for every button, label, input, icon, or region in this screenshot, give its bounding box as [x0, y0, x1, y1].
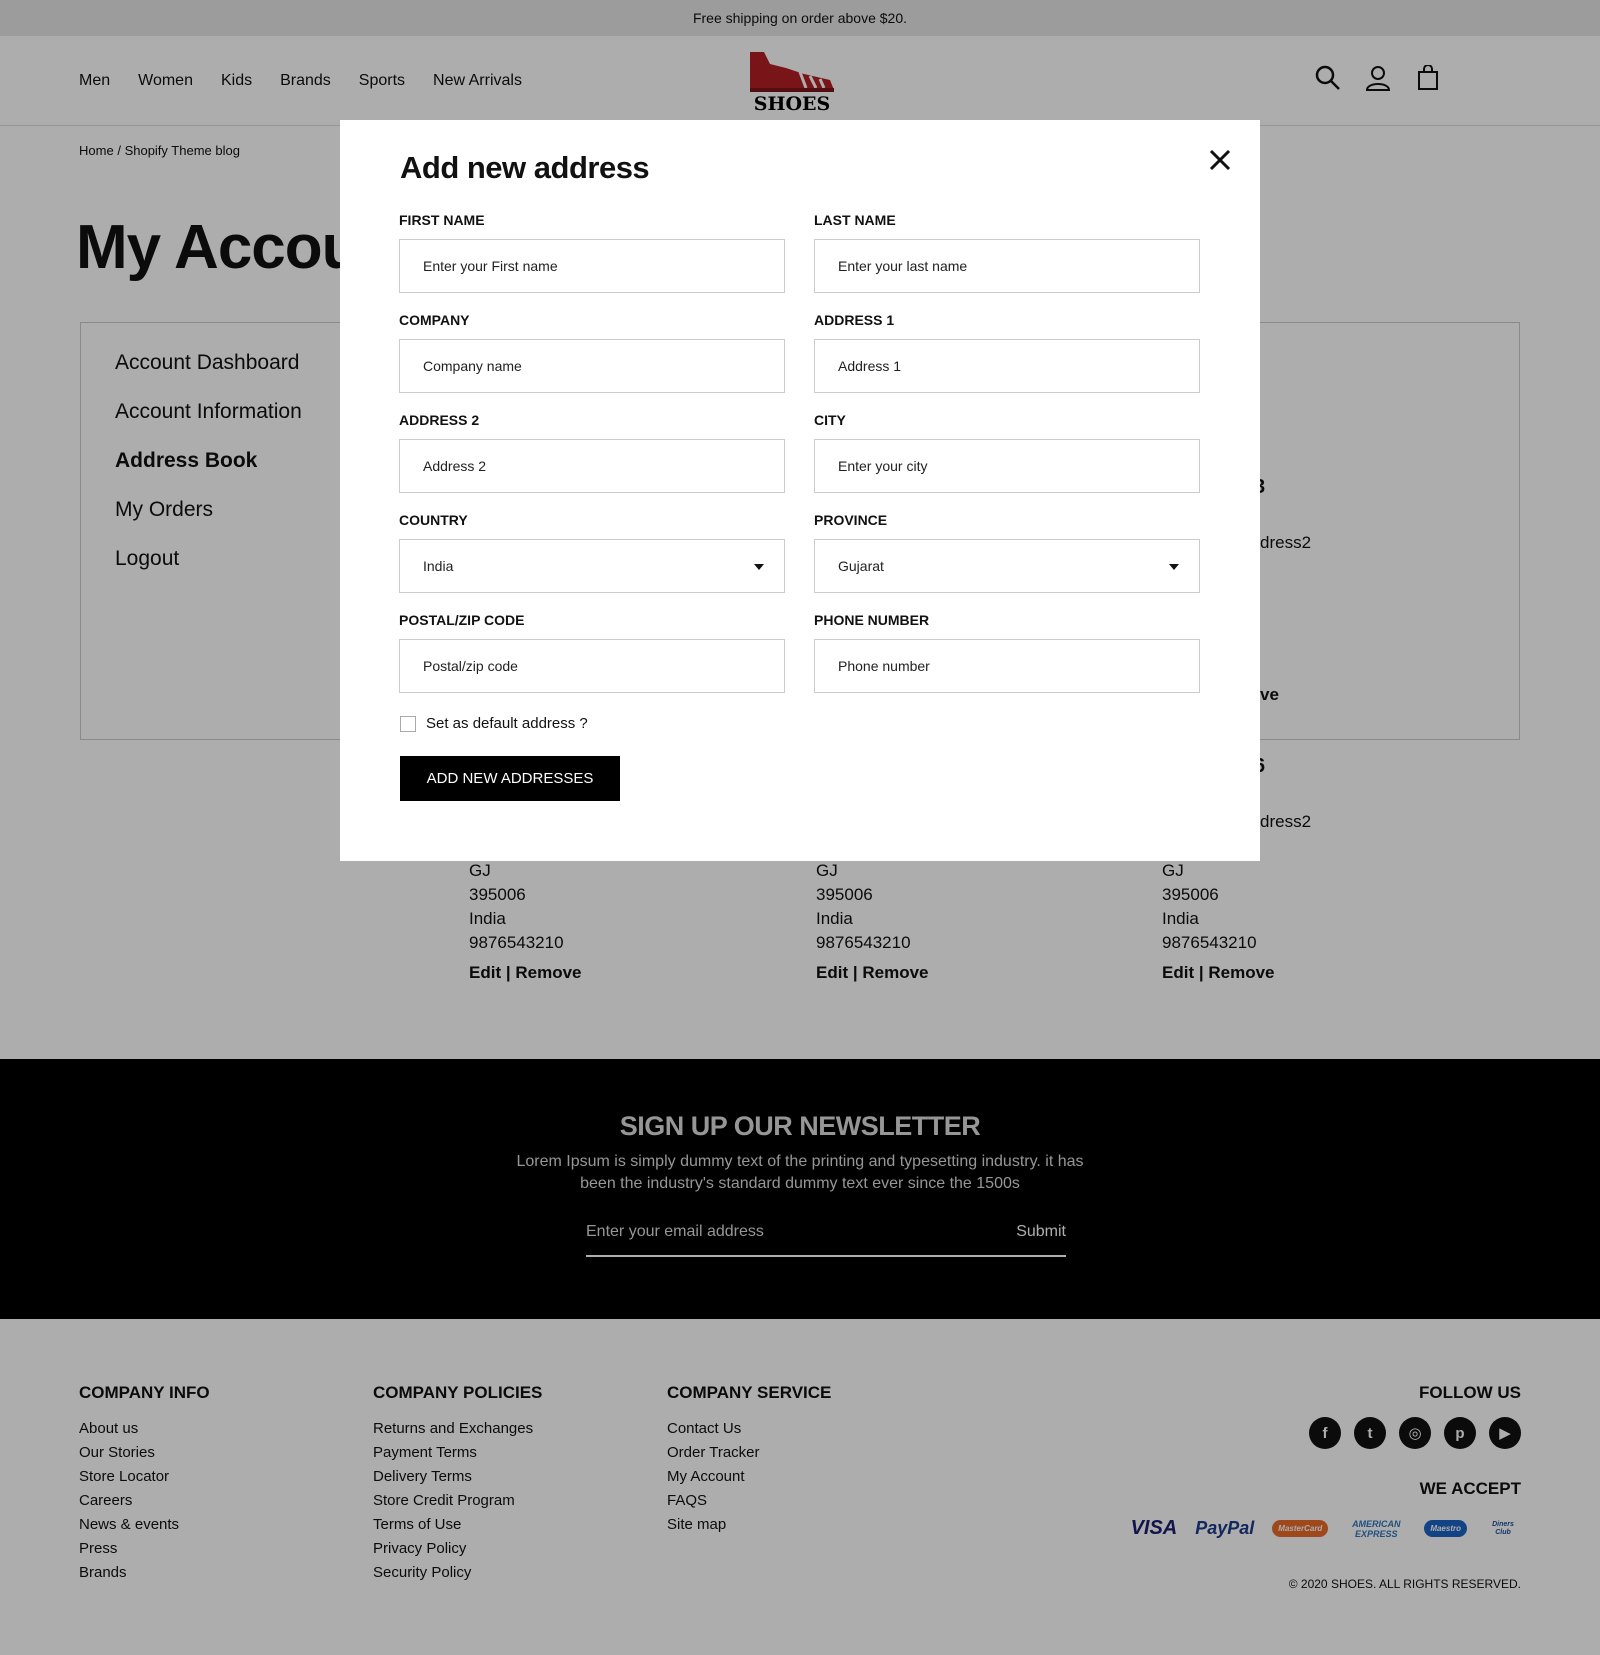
postal-field: POSTAL/ZIP CODE	[399, 612, 785, 693]
province-select-value: Gujarat	[838, 558, 884, 574]
city-field: CITY	[814, 412, 1200, 493]
address2-field: ADDRESS 2	[399, 412, 785, 493]
postal-label: POSTAL/ZIP CODE	[399, 612, 525, 628]
default-address-option: Set as default address ?	[400, 715, 588, 732]
default-address-checkbox[interactable]	[400, 715, 416, 732]
first-name-input[interactable]	[423, 258, 761, 274]
caret-down-icon	[754, 564, 764, 570]
country-label: COUNTRY	[399, 512, 468, 528]
country-select-value: India	[423, 558, 454, 574]
country-select[interactable]: India	[399, 539, 785, 593]
company-label: COMPANY	[399, 312, 470, 328]
close-icon[interactable]	[1206, 146, 1234, 174]
address2-label: ADDRESS 2	[399, 412, 480, 428]
address1-field: ADDRESS 1	[814, 312, 1200, 393]
default-address-label[interactable]: Set as default address ?	[426, 715, 588, 732]
first-name-label: FIRST NAME	[399, 212, 485, 228]
phone-field: PHONE NUMBER	[814, 612, 1200, 693]
phone-input[interactable]	[838, 658, 1176, 674]
company-field: COMPANY	[399, 312, 785, 393]
first-name-field: FIRST NAME	[399, 212, 785, 293]
city-input[interactable]	[838, 458, 1176, 474]
last-name-field: LAST NAME	[814, 212, 1200, 293]
add-address-modal: Add new address FIRST NAME LAST NAME COM…	[340, 120, 1260, 861]
last-name-label: LAST NAME	[814, 212, 896, 228]
add-new-address-button[interactable]: ADD NEW ADDRESSES	[400, 756, 620, 801]
address1-label: ADDRESS 1	[814, 312, 895, 328]
modal-title: Add new address	[400, 150, 650, 185]
phone-label: PHONE NUMBER	[814, 612, 930, 628]
last-name-input[interactable]	[838, 258, 1176, 274]
company-input[interactable]	[423, 358, 761, 374]
country-field: COUNTRY India	[399, 512, 785, 593]
province-select[interactable]: Gujarat	[814, 539, 1200, 593]
province-label: PROVINCE	[814, 512, 888, 528]
postal-input[interactable]	[423, 658, 761, 674]
city-label: CITY	[814, 412, 846, 428]
address1-input[interactable]	[838, 358, 1176, 374]
province-field: PROVINCE Gujarat	[814, 512, 1200, 593]
caret-down-icon	[1169, 564, 1179, 570]
address2-input[interactable]	[423, 458, 761, 474]
